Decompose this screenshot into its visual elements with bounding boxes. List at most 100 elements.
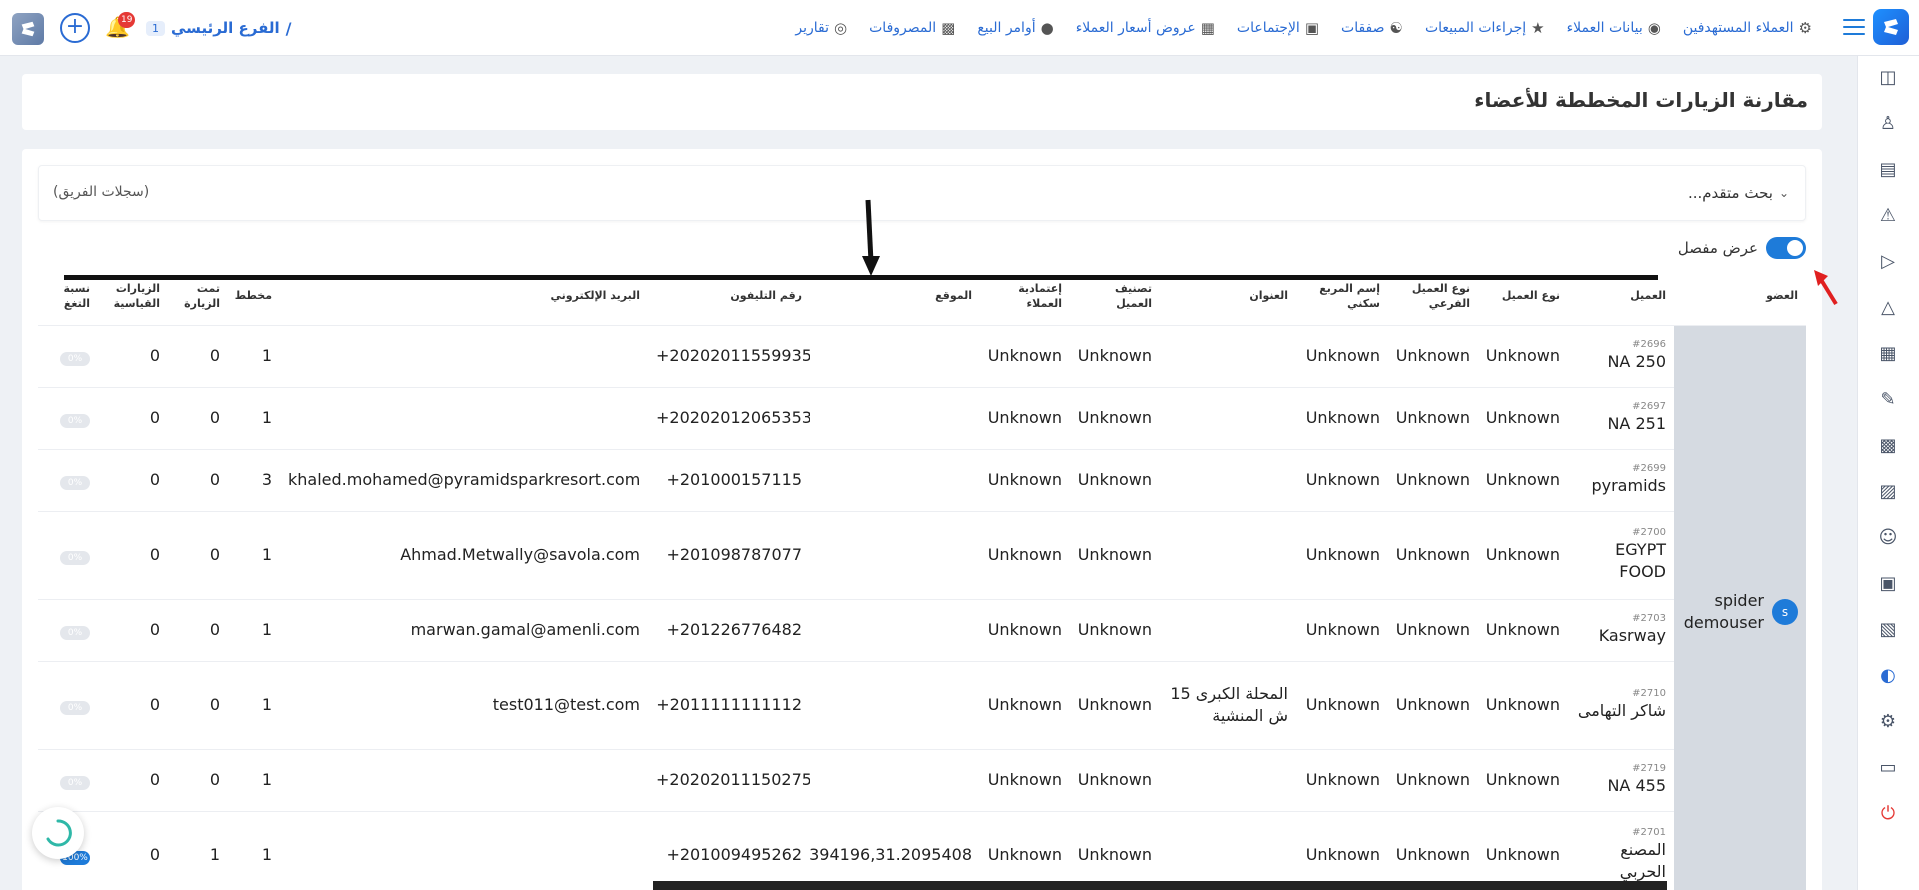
nav-sales-actions[interactable]: ★ إجراءات المبيعات bbox=[1414, 19, 1556, 37]
target-customers-icon: ⚙ bbox=[1798, 19, 1812, 37]
meetings-icon: ▣ bbox=[1304, 19, 1320, 37]
ratio-progress-pill: 0% bbox=[60, 776, 90, 790]
nav-quotes[interactable]: ▦ عروض أسعار العملاء bbox=[1065, 19, 1226, 37]
cell-change-ratio: 0% bbox=[38, 386, 98, 449]
ratio-progress-pill: 0% bbox=[60, 414, 90, 428]
nav-customer-data[interactable]: ◉ بيانات العملاء bbox=[1556, 19, 1672, 37]
cell-customer[interactable]: #2701 المصنع الحربي bbox=[1568, 810, 1674, 890]
table-row[interactable]: #2697 NA 251 Unknown Unknown Unknown Unknown U… bbox=[38, 386, 1806, 449]
cell-change-ratio: 0% bbox=[38, 660, 98, 749]
table-row[interactable]: #2703 Kasrway Unknown Unknown Unknown Unknown… bbox=[38, 598, 1806, 661]
cell-customer-subtype: Unknown bbox=[1388, 810, 1478, 890]
customer-name: NA 455 bbox=[1607, 776, 1666, 795]
cell-phone: +2020201155993556 bbox=[648, 324, 810, 387]
detailed-view-row: عرض مفصل bbox=[1678, 237, 1806, 259]
cell-customer-class: Unknown bbox=[1070, 598, 1160, 661]
sidebar-invoice-icon[interactable]: ▦ bbox=[1876, 342, 1900, 366]
cell-visited: 0 bbox=[168, 448, 228, 511]
add-new-button[interactable]: + bbox=[60, 13, 90, 43]
cell-customer-credit: Unknown bbox=[980, 598, 1070, 661]
detailed-view-toggle[interactable] bbox=[1766, 237, 1806, 259]
cell-customer[interactable]: #2699 pyramids bbox=[1568, 448, 1674, 511]
customer-name: pyramids bbox=[1591, 476, 1666, 495]
sidebar-truck-icon[interactable]: ▨ bbox=[1876, 480, 1900, 504]
nav-sales-orders[interactable]: ● أوامر البيع bbox=[966, 19, 1064, 37]
nav-deals[interactable]: ☯ صفقات bbox=[1330, 19, 1414, 37]
table-row[interactable]: #2699 pyramids Unknown Unknown Unknown Unknow… bbox=[38, 448, 1806, 511]
customer-name: Kasrway bbox=[1598, 626, 1666, 645]
sidebar-settings-icon[interactable]: ⚙ bbox=[1876, 710, 1900, 734]
sidebar-sign-icon[interactable]: ✎ bbox=[1876, 388, 1900, 412]
cell-email bbox=[280, 810, 648, 890]
cell-customer[interactable]: #2696 NA 250 bbox=[1568, 324, 1674, 387]
cell-location bbox=[810, 748, 980, 811]
cell-visited: 0 bbox=[168, 386, 228, 449]
sidebar-video-icon[interactable]: ▷ bbox=[1876, 250, 1900, 274]
table-row[interactable]: #2719 NA 455 Unknown Unknown Unknown Unknown U… bbox=[38, 748, 1806, 811]
sidebar-window-icon[interactable]: ▭ bbox=[1876, 756, 1900, 780]
cell-visited: 0 bbox=[168, 598, 228, 661]
sidebar-triangle-icon[interactable]: △ bbox=[1876, 296, 1900, 320]
table-row[interactable]: #2701 المصنع الحربي Unknown Unknown Unknown U… bbox=[38, 810, 1806, 890]
nav-expenses[interactable]: ▩ المصروفات bbox=[858, 19, 966, 37]
branch-selector[interactable]: / الفرع الرئيسي 1 bbox=[146, 16, 292, 40]
cell-customer[interactable]: #2719 NA 455 bbox=[1568, 748, 1674, 811]
comparison-table-wrap[interactable]: العضو العميل نوع العميل نوع العميل الفرع… bbox=[38, 267, 1806, 890]
ratio-progress-pill: 0% bbox=[60, 626, 90, 640]
customer-id: #2697 bbox=[1632, 401, 1666, 412]
app-logo-icon[interactable] bbox=[1873, 9, 1909, 45]
cell-standard-visits: 0 bbox=[98, 448, 168, 511]
sidebar-add-doc-icon[interactable]: ▣ bbox=[1876, 572, 1900, 596]
table-row[interactable]: s spider demouser #2696 NA 250 Unknown Unknow… bbox=[38, 324, 1806, 890]
menu-toggle-icon[interactable] bbox=[1843, 16, 1865, 38]
cell-customer[interactable]: #2710 شاكر التهامى bbox=[1568, 660, 1674, 749]
table-body: s spider demouser #2696 NA 250 Unknown Unknow… bbox=[38, 324, 1806, 890]
col-member[interactable]: العضو bbox=[1674, 267, 1806, 325]
secondary-logo-icon[interactable] bbox=[12, 13, 44, 45]
table-row[interactable]: #2700 EGYPT FOOD Unknown Unknown Unknown Unkn… bbox=[38, 510, 1806, 599]
sidebar-delivery-icon[interactable]: ▩ bbox=[1876, 434, 1900, 458]
sidebar-report-doc-icon[interactable]: ▧ bbox=[1876, 618, 1900, 642]
cell-planned: 1 bbox=[228, 386, 280, 449]
cell-email: test011@test.com bbox=[280, 660, 648, 749]
table-row[interactable]: #2710 شاكر التهامى Unknown Unknown Unknown ال… bbox=[38, 660, 1806, 749]
cell-customer[interactable]: #2700 EGYPT FOOD bbox=[1568, 510, 1674, 599]
cell-customer[interactable]: #2697 NA 251 bbox=[1568, 386, 1674, 449]
advanced-search-label: بحث متقدم... bbox=[1687, 184, 1773, 202]
advanced-search-panel[interactable]: ⌄ بحث متقدم... (سجلات الفريق) bbox=[38, 165, 1806, 221]
nav-meetings[interactable]: ▣ الإجتماعات bbox=[1226, 19, 1330, 37]
nav-reports[interactable]: ◎ تقارير bbox=[784, 19, 858, 37]
sidebar-chart-icon[interactable]: ◐ bbox=[1876, 664, 1900, 688]
cell-customer[interactable]: #2703 Kasrway bbox=[1568, 598, 1674, 661]
sidebar-team-icon[interactable]: ♙ bbox=[1876, 112, 1900, 136]
cell-customer-type: Unknown bbox=[1478, 448, 1568, 511]
top-navbar: ⚙ العملاء المستهدفين ◉ بيانات العملاء ★ … bbox=[0, 0, 1919, 56]
sidebar-user-icon[interactable]: ☺ bbox=[1876, 526, 1900, 550]
cell-change-ratio: 0% bbox=[38, 448, 98, 511]
customer-id: #2699 bbox=[1632, 463, 1666, 474]
cell-phone: +2020201115027575 bbox=[648, 748, 810, 811]
main-nav: ⚙ العملاء المستهدفين ◉ بيانات العملاء ★ … bbox=[784, 0, 1823, 56]
cell-customer-class: Unknown bbox=[1070, 810, 1160, 890]
horizontal-scrollbar[interactable] bbox=[653, 881, 1667, 890]
member-cell[interactable]: s spider demouser bbox=[1674, 324, 1806, 890]
sidebar-warning-icon[interactable]: ⚠ bbox=[1876, 204, 1900, 228]
cell-visited: 0 bbox=[168, 324, 228, 387]
cell-location bbox=[810, 324, 980, 387]
sidebar-power-icon[interactable]: ⏻ bbox=[1876, 802, 1900, 826]
cell-square-name: Unknown bbox=[1296, 448, 1388, 511]
nav-target-customers[interactable]: ⚙ العملاء المستهدفين bbox=[1672, 19, 1823, 37]
cell-email: marwan.gamal@amenli.com bbox=[280, 598, 648, 661]
cell-change-ratio: 0% bbox=[38, 510, 98, 599]
cell-square-name: Unknown bbox=[1296, 386, 1388, 449]
cell-customer-type: Unknown bbox=[1478, 748, 1568, 811]
cell-customer-credit: Unknown bbox=[980, 386, 1070, 449]
cell-location: 30.0394196,31.2095408 bbox=[810, 810, 980, 890]
sidebar-dashboard-icon[interactable]: ◫ bbox=[1876, 66, 1900, 90]
cell-visited: 0 bbox=[168, 660, 228, 749]
advanced-search-toggle[interactable]: ⌄ بحث متقدم... bbox=[1688, 184, 1789, 202]
sales-orders-icon: ● bbox=[1040, 19, 1054, 37]
cell-planned: 3 bbox=[228, 448, 280, 511]
customer-id: #2696 bbox=[1632, 339, 1666, 350]
sidebar-money-icon[interactable]: ▤ bbox=[1876, 158, 1900, 182]
